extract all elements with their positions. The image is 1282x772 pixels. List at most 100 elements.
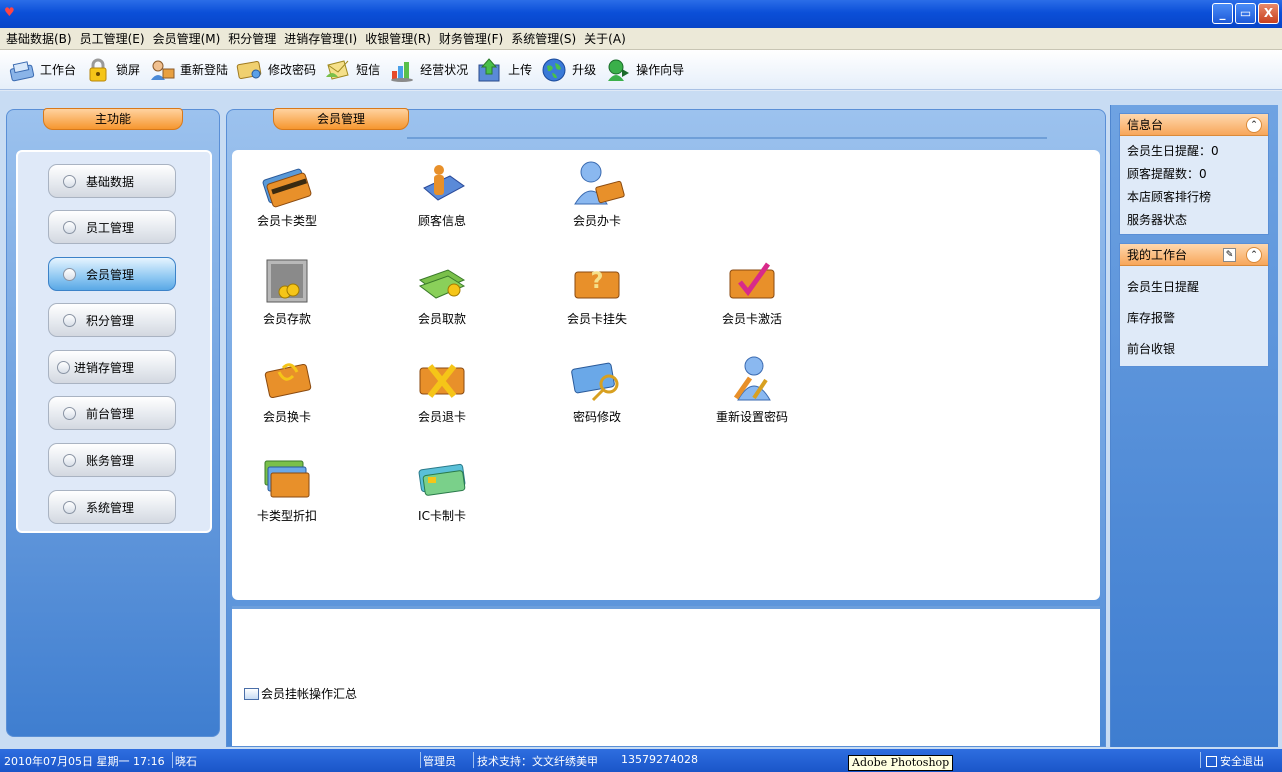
func-report-loss[interactable]: ? 会员卡挂失 <box>542 256 652 327</box>
func-label: 会员取款 <box>417 312 466 326</box>
nav-staff[interactable]: 员工管理 <box>48 210 176 244</box>
func-exchange-card[interactable]: 会员换卡 <box>232 354 342 425</box>
menu-bar: 基础数据(B) 员工管理(E) 会员管理(M) 积分管理 进销存管理(I) 收银… <box>0 28 1282 50</box>
toolbar-password-button[interactable]: 修改密码 <box>236 55 316 85</box>
collapse-icon[interactable]: ⌃ <box>1246 247 1262 263</box>
func-issue-card[interactable]: 会员办卡 <box>542 158 652 229</box>
main-area: 主功能 基础数据 员工管理 会员管理 积分管理 进销存管理 前台管理 账务管理 … <box>0 91 1282 749</box>
radio-icon <box>63 453 76 467</box>
toolbar-business-button[interactable]: 经营状况 <box>388 55 468 85</box>
workbench-birthday-reminder[interactable]: 会员生日提醒 <box>1120 278 1268 309</box>
status-support: 技术支持：文文纤绣美甲 <box>477 755 598 768</box>
toolbar-lock-button[interactable]: 锁屏 <box>84 55 140 85</box>
right-panel: 信息台 ⌃ 会员生日提醒：0 顾客提醒数：0 本店顾客排行榜 服务器状态 我的工… <box>1110 105 1278 747</box>
toolbar-desk-button[interactable]: 工作台 <box>8 55 76 85</box>
menu-points[interactable]: 积分管理 <box>226 30 282 47</box>
menu-about[interactable]: 关于(A) <box>582 30 632 47</box>
info-customer-reminder[interactable]: 顾客提醒数：0 <box>1120 165 1268 188</box>
menu-staff[interactable]: 员工管理(E) <box>78 30 151 47</box>
report-loss-icon: ? <box>569 256 625 306</box>
toolbar-relogin-button[interactable]: 重新登陆 <box>148 55 228 85</box>
restore-button[interactable]: ▭ <box>1235 3 1256 24</box>
nav-basic-data[interactable]: 基础数据 <box>48 164 176 198</box>
nav-label: 进销存管理 <box>74 360 135 375</box>
collapse-icon[interactable]: ⌃ <box>1246 117 1262 133</box>
function-grid: 会员卡类型 顾客信息 会员办卡 会员存款 会员取款 ? 会员卡挂失 会员卡激活 … <box>232 150 1100 600</box>
close-button[interactable]: X <box>1258 3 1279 24</box>
exchange-card-icon <box>259 354 315 404</box>
toolbar-label: 锁屏 <box>116 63 141 77</box>
my-workbench: 我的工作台 ✎ ⌃ 会员生日提醒 库存报警 前台收银 <box>1119 243 1269 367</box>
status-user: 管理员 <box>423 755 456 768</box>
func-customer-info[interactable]: 顾客信息 <box>387 158 497 229</box>
nav-system[interactable]: 系统管理 <box>48 490 176 524</box>
table-icon <box>244 687 259 700</box>
menu-system[interactable]: 系统管理(S) <box>509 30 582 47</box>
reset-password-icon <box>724 354 780 404</box>
status-datetime: 2010年07月05日 星期一 17:16 <box>4 755 165 768</box>
info-customer-ranking[interactable]: 本店顾客排行榜 <box>1120 188 1268 211</box>
safe-exit-button[interactable]: 安全退出 <box>1206 753 1264 769</box>
info-birthday-reminder[interactable]: 会员生日提醒：0 <box>1120 142 1268 165</box>
radio-icon <box>63 174 76 188</box>
radio-icon <box>63 267 76 281</box>
toolbar-upload-button[interactable]: 上传 <box>476 55 532 85</box>
toolbar-guide-button[interactable]: 操作向导 <box>604 55 684 85</box>
func-card-type[interactable]: 会员卡类型 <box>232 158 342 229</box>
func-ic-card[interactable]: IC卡制卡 <box>387 453 497 524</box>
func-label: 会员退卡 <box>417 410 466 424</box>
customer-info-icon <box>414 158 470 208</box>
toolbar-label: 短信 <box>356 63 381 77</box>
left-panel-title: 主功能 <box>43 108 183 130</box>
return-card-icon <box>414 354 470 404</box>
nav-label: 前台管理 <box>86 406 135 421</box>
status-separator <box>420 752 421 768</box>
lock-icon <box>84 57 112 83</box>
func-label: 会员卡挂失 <box>566 312 627 326</box>
nav-points[interactable]: 积分管理 <box>48 303 176 337</box>
ic-card-icon <box>414 453 470 503</box>
upload-icon <box>476 57 504 83</box>
info-server-status[interactable]: 服务器状态 <box>1120 211 1268 234</box>
activate-icon <box>724 256 780 306</box>
toolbar-upgrade-button[interactable]: 升级 <box>540 55 596 85</box>
nav-frontdesk[interactable]: 前台管理 <box>48 396 176 430</box>
edit-icon[interactable]: ✎ <box>1223 248 1236 262</box>
func-return-card[interactable]: 会员退卡 <box>387 354 497 425</box>
nav-member[interactable]: 会员管理 <box>48 257 176 291</box>
workbench-stock-alert[interactable]: 库存报警 <box>1120 309 1268 340</box>
toolbar-label: 修改密码 <box>268 63 317 77</box>
func-activate[interactable]: 会员卡激活 <box>697 256 807 327</box>
workbench-title: 我的工作台 <box>1127 248 1188 262</box>
func-withdraw[interactable]: 会员取款 <box>387 256 497 327</box>
title-bar: ♥ _ ▭ X <box>0 0 1282 28</box>
exit-icon <box>1206 755 1217 767</box>
nav-label: 积分管理 <box>86 313 135 328</box>
menu-inventory[interactable]: 进销存管理(I) <box>282 30 363 47</box>
nav-label: 系统管理 <box>86 500 135 515</box>
center-panel-title: 会员管理 <box>273 108 409 130</box>
password-icon <box>236 57 264 83</box>
status-phone: 13579274028 <box>621 753 698 766</box>
nav-accounts[interactable]: 账务管理 <box>48 443 176 477</box>
toolbar-sms-button[interactable]: 短信 <box>324 55 380 85</box>
relogin-icon <box>148 57 176 83</box>
workbench-front-cashier[interactable]: 前台收银 <box>1120 340 1268 371</box>
minimize-button[interactable]: _ <box>1212 3 1233 24</box>
func-label: 密码修改 <box>572 410 621 424</box>
func-reset-password[interactable]: 重新设置密码 <box>697 354 807 425</box>
globe-icon <box>540 57 568 83</box>
menu-cashier[interactable]: 收银管理(R) <box>363 30 437 47</box>
divider <box>407 137 1047 139</box>
info-desk-header: 信息台 ⌃ <box>1120 114 1268 136</box>
menu-basic-data[interactable]: 基础数据(B) <box>4 30 78 47</box>
func-deposit[interactable]: 会员存款 <box>232 256 342 327</box>
toolbar-label: 操作向导 <box>636 63 685 77</box>
svg-text:?: ? <box>591 269 604 294</box>
menu-finance[interactable]: 财务管理(F) <box>437 30 509 47</box>
func-change-password[interactable]: 密码修改 <box>542 354 652 425</box>
member-charge-summary-link[interactable]: 会员挂帐操作汇总 <box>244 685 357 702</box>
func-discount[interactable]: 卡类型折扣 <box>232 453 342 524</box>
menu-member[interactable]: 会员管理(M) <box>151 30 227 47</box>
nav-inventory[interactable]: 进销存管理 <box>48 350 176 384</box>
